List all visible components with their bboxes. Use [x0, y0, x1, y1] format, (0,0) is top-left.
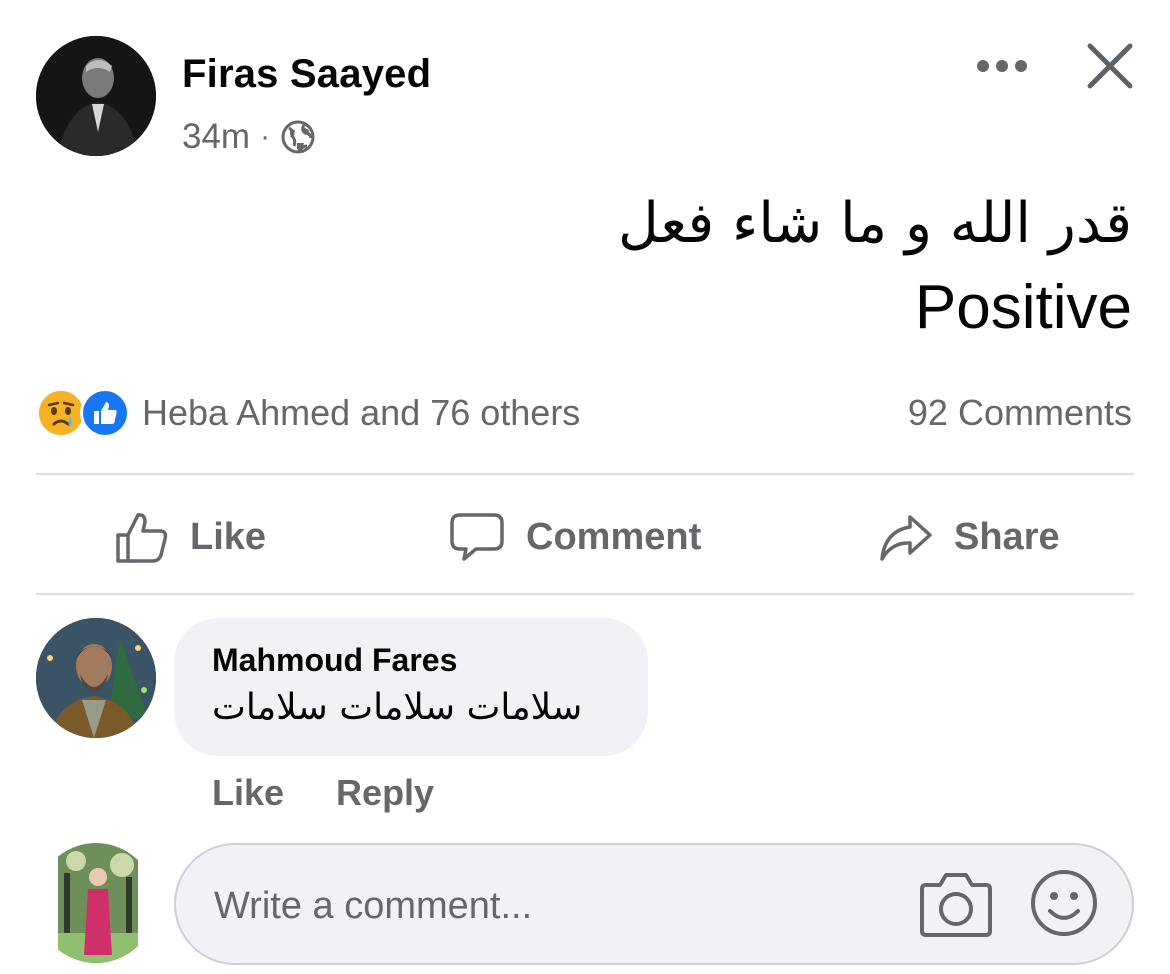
like-button[interactable]: Like — [114, 500, 266, 574]
comment-author[interactable]: Mahmoud Fares — [212, 642, 610, 679]
post-time[interactable]: 34m — [182, 117, 250, 157]
like-label: Like — [190, 515, 267, 558]
author-avatar[interactable] — [36, 36, 156, 156]
post-body: قدر الله و ما شاء فعل Positive — [618, 180, 1132, 348]
commenter-avatar[interactable] — [36, 618, 156, 738]
more-options-button[interactable] — [972, 48, 1032, 84]
post-text-line-1: قدر الله و ما شاء فعل — [617, 191, 1132, 256]
emoji-button[interactable] — [1028, 867, 1100, 939]
camera-icon — [920, 873, 992, 937]
more-icon — [977, 60, 1027, 72]
meta-separator: · — [260, 120, 271, 153]
user-avatar[interactable] — [36, 843, 156, 963]
camera-button[interactable] — [918, 869, 994, 939]
share-label: Share — [954, 515, 1060, 558]
comment-like-button[interactable]: Like — [212, 772, 284, 814]
close-button[interactable] — [1082, 38, 1138, 94]
comment-actions: Like Reply — [212, 772, 434, 814]
comment-input[interactable] — [212, 875, 896, 937]
comment-label: Comment — [526, 515, 702, 558]
comment-composer[interactable] — [174, 843, 1134, 965]
post-meta: 34m · — [182, 117, 316, 157]
comment-button[interactable]: Comment — [448, 500, 701, 574]
reaction-summary[interactable]: Heba Ahmed and 76 others — [36, 388, 580, 438]
comment-reply-button[interactable]: Reply — [336, 772, 434, 814]
globe-icon[interactable] — [280, 119, 316, 155]
post-text-line-2: Positive — [914, 273, 1132, 342]
smiley-icon — [1031, 870, 1097, 936]
share-button[interactable]: Share — [878, 500, 1060, 574]
like-reaction-icon — [80, 388, 130, 438]
comment-text: سلامات سلامات سلامات — [212, 687, 583, 728]
sad-reaction-icon — [36, 388, 86, 438]
speech-bubble-icon — [450, 513, 504, 561]
close-icon — [1087, 43, 1133, 89]
comment-bubble[interactable]: Mahmoud Fares سلامات سلامات سلامات — [174, 618, 648, 756]
share-arrow-icon — [880, 515, 932, 561]
author-name[interactable]: Firas Saayed — [182, 52, 431, 97]
comments-count[interactable]: 92 Comments — [908, 392, 1132, 434]
divider — [36, 473, 1134, 475]
thumbs-up-icon — [116, 513, 168, 563]
reaction-text[interactable]: Heba Ahmed and 76 others — [142, 392, 580, 434]
divider — [36, 593, 1134, 595]
